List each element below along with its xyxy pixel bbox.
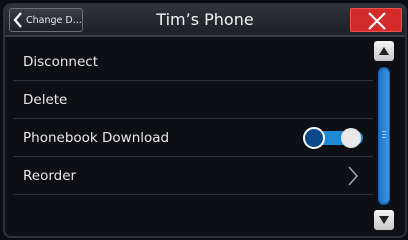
page-title: Tim’s Phone [156,10,254,29]
settings-list: Disconnect Delete Phonebook Download Reo… [13,43,373,195]
list-item-delete[interactable]: Delete [13,81,373,119]
chevron-left-icon [13,12,22,28]
phone-settings-screen: Change D... Tim’s Phone Disconnect Delet… [0,0,408,240]
scroll-up-button[interactable] [374,41,394,61]
list-item-label: Reorder [23,167,77,184]
scrollbar-grip [382,137,386,138]
scrollbar-track[interactable] [378,67,390,205]
scrollbar-thumb[interactable] [379,69,389,203]
list-item-label: Disconnect [23,53,98,70]
list-item-disconnect[interactable]: Disconnect [13,43,373,81]
back-button[interactable]: Change D... [9,8,83,32]
list-item-label: Phonebook Download [23,129,170,146]
screen-frame: Change D... Tim’s Phone Disconnect Delet… [3,3,407,238]
scroll-down-button[interactable] [374,210,394,230]
chevron-right-icon [348,166,359,186]
phonebook-download-toggle[interactable] [303,127,365,149]
scrollbar-grip [382,131,386,132]
header-bar: Change D... Tim’s Phone [5,5,405,37]
close-icon [368,12,386,30]
scrollbar-grip [382,134,386,135]
triangle-down-icon [379,216,389,224]
toggle-knob-end [341,128,361,148]
toggle-knob [303,127,325,149]
list-item-label: Delete [23,91,68,108]
triangle-up-icon [379,47,389,55]
list-item-phonebook-download[interactable]: Phonebook Download [13,119,373,157]
close-button[interactable] [350,8,402,32]
back-button-label: Change D... [26,14,82,26]
list-item-reorder[interactable]: Reorder [13,157,373,195]
